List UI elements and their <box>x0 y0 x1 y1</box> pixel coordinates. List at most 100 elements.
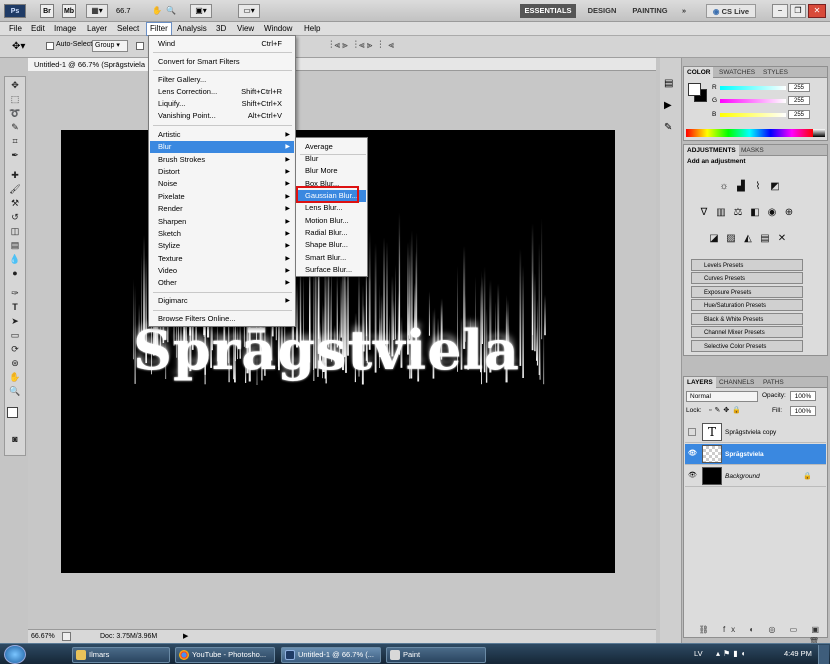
type-tool-icon[interactable]: T <box>8 301 22 313</box>
channel-r-slider[interactable] <box>720 86 786 90</box>
selective-color-icon[interactable]: ✕ <box>776 233 788 245</box>
filter-menu-item[interactable]: Sharpen ▶ <box>150 216 294 228</box>
tab-masks[interactable]: MASKS <box>738 145 767 156</box>
menu-layer[interactable]: Layer <box>84 22 110 36</box>
move-tool-icon[interactable]: ✥ <box>8 79 22 91</box>
3d-rotate-tool-icon[interactable]: ⟳ <box>8 343 22 355</box>
taskbar-item-chrome[interactable]: YouTube - Photosho... <box>175 647 275 663</box>
filter-menu-item[interactable]: Brush Strokes ▶ <box>150 154 294 166</box>
photo-filter-icon[interactable]: ◉ <box>766 207 778 219</box>
channel-b-slider[interactable] <box>720 113 786 117</box>
crop-tool-icon[interactable]: ⌗ <box>8 135 22 147</box>
layer-row-selected[interactable]: 👁 Sprāgstviela <box>685 444 826 465</box>
preset-levels[interactable]: Levels Presets <box>691 259 803 271</box>
posterize-icon[interactable]: ▨ <box>725 233 737 245</box>
path-selection-tool-icon[interactable]: ➤ <box>8 315 22 327</box>
blend-mode-dropdown[interactable]: Normal <box>686 391 758 402</box>
gradient-map-icon[interactable]: ▤ <box>759 233 771 245</box>
show-desktop-button[interactable] <box>818 645 829 664</box>
bridge-button[interactable]: Br <box>40 4 54 18</box>
curves-icon[interactable]: ⌇ <box>752 181 764 193</box>
filter-menu-item[interactable]: Other ▶ <box>150 277 294 289</box>
foreground-color-swatch[interactable] <box>7 407 18 418</box>
menu-analysis[interactable]: Analysis <box>174 22 210 36</box>
visibility-eye-icon[interactable]: 👁 <box>688 472 697 480</box>
fill-field[interactable]: 100% <box>790 406 816 416</box>
status-info-icon[interactable] <box>62 632 71 641</box>
preset-curves[interactable]: Curves Presets <box>691 272 803 284</box>
brush-panel-icon[interactable]: ✎ <box>664 122 672 133</box>
workspace-essentials[interactable]: ESSENTIALS <box>520 4 576 18</box>
filter-menu-item[interactable]: Distort ▶ <box>150 166 294 178</box>
grayscale-ramp[interactable] <box>813 129 825 137</box>
filter-menu-item[interactable]: Convert for Smart Filters <box>150 56 294 68</box>
zoom-tool-icon[interactable]: 🔍 <box>166 6 176 15</box>
auto-select-dropdown[interactable]: Group ▾ <box>92 40 128 52</box>
healing-brush-tool-icon[interactable]: ✚ <box>8 169 22 181</box>
filter-menu-item[interactable]: Noise ▶ <box>150 178 294 190</box>
menu-3d[interactable]: 3D <box>213 22 229 36</box>
zoom-tool-icon[interactable]: 🔍 <box>8 385 22 397</box>
menu-select[interactable]: Select <box>114 22 142 36</box>
tab-adjustments[interactable]: ADJUSTMENTS <box>684 145 739 156</box>
dodge-tool-icon[interactable]: ● <box>8 267 22 279</box>
tab-swatches[interactable]: SWATCHES <box>716 67 758 78</box>
filter-menu-item[interactable]: Render ▶ <box>150 203 294 215</box>
menu-help[interactable]: Help <box>301 22 323 36</box>
eyedropper-tool-icon[interactable]: ✒ <box>8 149 22 161</box>
blur-menu-item[interactable]: Average <box>297 141 366 153</box>
blur-menu-item[interactable]: Blur <box>297 153 366 165</box>
layer-row[interactable]: 👁 Background 🔒 <box>685 466 826 487</box>
close-window-icon[interactable]: ✕ <box>808 4 826 18</box>
preset-black-white[interactable]: Black & White Presets <box>691 313 803 325</box>
blur-menu-item[interactable]: Shape Blur... <box>297 239 366 251</box>
levels-icon[interactable]: ▟ <box>735 181 747 193</box>
filter-menu-item[interactable]: Lens Correction... Shift+Ctrl+R <box>150 86 294 98</box>
filter-menu-item[interactable]: Digimarc ▶ <box>150 295 294 307</box>
preset-exposure[interactable]: Exposure Presets <box>691 286 803 298</box>
layer-row[interactable]: T Sprāgstviela copy <box>685 422 826 443</box>
channel-b-value[interactable]: 255 <box>788 110 810 119</box>
tab-color[interactable]: COLOR <box>684 67 714 78</box>
document-tab[interactable]: Untitled-1 @ 66.7% (Sprāgstviela <box>28 58 152 71</box>
brush-tool-icon[interactable]: 🖌 <box>8 183 22 195</box>
tab-layers[interactable]: LAYERS <box>684 377 716 388</box>
shape-tool-icon[interactable]: ▭ <box>8 329 22 341</box>
filter-menu-item[interactable]: Artistic ▶ <box>150 129 294 141</box>
preset-hue-saturation[interactable]: Hue/Saturation Presets <box>691 299 803 311</box>
zoom-level[interactable]: 66.7 <box>116 4 148 18</box>
tray-icons[interactable]: ▴⚑▮◖ <box>716 649 748 658</box>
view-extras-icon[interactable]: ▦▾ <box>86 4 108 18</box>
blur-menu-item[interactable]: Surface Blur... <box>297 264 366 276</box>
invert-icon[interactable]: ◪ <box>708 233 720 245</box>
channel-g-value[interactable]: 255 <box>788 96 810 105</box>
blur-menu-item[interactable]: Radial Blur... <box>297 227 366 239</box>
filter-menu-item[interactable]: Stylize ▶ <box>150 240 294 252</box>
vibrance-icon[interactable]: ∇ <box>698 207 710 219</box>
status-zoom[interactable]: 66.67% <box>31 630 55 643</box>
filter-menu-item[interactable]: Liquify... Shift+Ctrl+X <box>150 98 294 110</box>
color-balance-icon[interactable]: ⚖ <box>732 207 744 219</box>
clone-stamp-tool-icon[interactable]: ⚒ <box>8 197 22 209</box>
workspace-overflow-button[interactable]: » <box>678 4 690 18</box>
blur-menu-item[interactable]: Smart Blur... <box>297 252 366 264</box>
filter-menu-item[interactable]: Wind Ctrl+F <box>150 38 294 50</box>
hand-tool-icon[interactable]: ✋ <box>152 6 162 15</box>
workspace-painting[interactable]: PAINTING <box>626 4 674 18</box>
threshold-icon[interactable]: ◭ <box>742 233 754 245</box>
channel-g-slider[interactable] <box>720 99 786 103</box>
filter-menu-item[interactable]: Vanishing Point... Alt+Ctrl+V <box>150 110 294 122</box>
menu-view[interactable]: View <box>234 22 257 36</box>
hue-saturation-icon[interactable]: ▥ <box>715 207 727 219</box>
channel-r-value[interactable]: 255 <box>788 83 810 92</box>
tab-styles[interactable]: STYLES <box>760 67 791 78</box>
preset-channel-mixer[interactable]: Channel Mixer Presets <box>691 326 803 338</box>
hand-tool-icon[interactable]: ✋ <box>8 371 22 383</box>
cs-live-button[interactable]: ◉ CS Live <box>706 4 756 18</box>
opacity-field[interactable]: 100% <box>790 391 816 401</box>
gradient-tool-icon[interactable]: ▤ <box>8 239 22 251</box>
start-button[interactable] <box>4 645 26 664</box>
filter-menu-item[interactable]: Video ▶ <box>150 265 294 277</box>
brightness-contrast-icon[interactable]: ☼ <box>718 181 730 193</box>
lock-icons[interactable]: ▫✎✥🔒 <box>709 406 744 414</box>
